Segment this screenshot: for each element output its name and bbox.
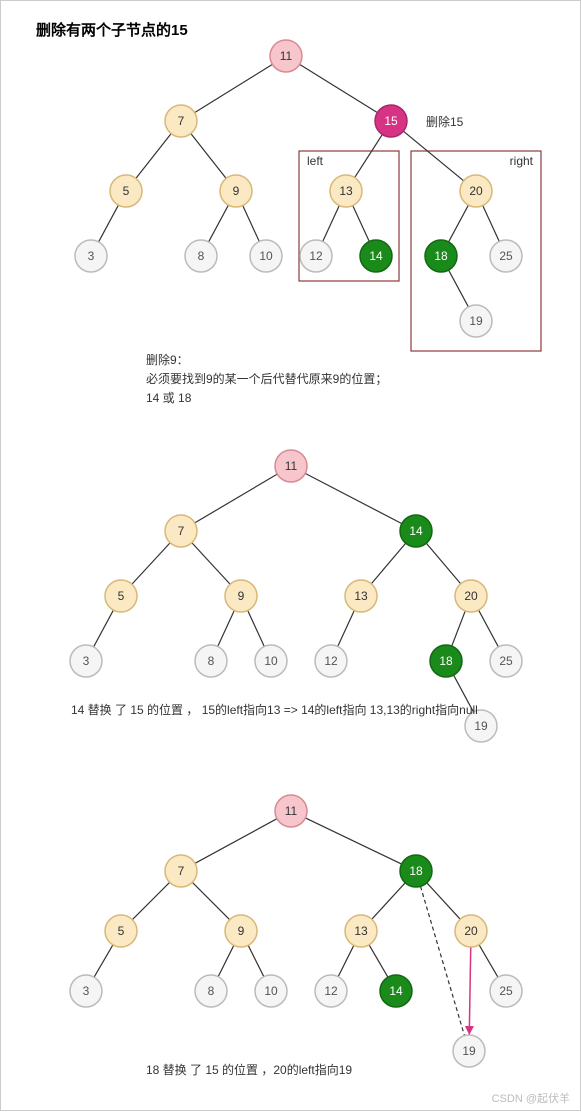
right-box-label: right: [510, 154, 534, 168]
tree-edge: [449, 205, 469, 242]
tree-edge: [99, 205, 119, 242]
tree-edge: [218, 611, 235, 647]
tree-node-label: 9: [233, 184, 240, 198]
tree-edge: [338, 945, 354, 976]
tree-node-label: 5: [118, 924, 125, 938]
tree-node-label: 12: [324, 654, 338, 668]
tree-node-label: 9: [238, 589, 245, 603]
tree-node-label: 19: [462, 1044, 476, 1058]
tree-edge: [305, 818, 401, 864]
tree-node-label: 13: [339, 184, 353, 198]
caption-3: 18 替换 了 15 的位置 ，20的left指向19: [146, 1061, 352, 1080]
tree-node-label: 19: [469, 314, 483, 328]
tree-node-label: 25: [499, 249, 513, 263]
tree-node-label: 20: [464, 589, 478, 603]
tree-node-label: 18: [439, 654, 453, 668]
tree-edge: [372, 883, 405, 919]
tree-node-label: 14: [409, 524, 423, 538]
explain1-line1: 删除9：: [146, 351, 387, 370]
explain1-line2: 必须要找到9的某一个后代替代原来9的位置；: [146, 370, 387, 389]
tree-edge: [300, 64, 378, 112]
tree-edge: [195, 819, 277, 864]
tree-node-label: 3: [83, 654, 90, 668]
tree-node-label: 5: [123, 184, 130, 198]
tree-edge: [371, 543, 405, 584]
tree-edge: [94, 945, 113, 977]
tree-node-label: 13: [354, 589, 368, 603]
tree-node-label: 19: [474, 719, 488, 733]
tree-edge: [132, 882, 169, 919]
tree-edge: [191, 134, 226, 179]
tree-edge: [323, 206, 340, 242]
tree-node-label: 9: [238, 924, 245, 938]
explain1-line3: 14 或 18: [146, 389, 387, 408]
delete-label: 删除15: [426, 113, 463, 132]
tree-node-label: 10: [259, 249, 273, 263]
tree-node-label: 25: [499, 654, 513, 668]
tree-edge: [338, 611, 355, 647]
tree-edge: [136, 134, 171, 179]
tree-edge: [248, 945, 264, 976]
tree-edge: [427, 883, 460, 919]
tree-node-label: 10: [264, 984, 278, 998]
tree-edge: [209, 205, 229, 242]
tree-edge: [449, 270, 469, 307]
tree-node-label: 20: [464, 924, 478, 938]
tree-node-label: 7: [178, 114, 185, 128]
tree-edge: [426, 543, 460, 584]
tree-node-label: 10: [264, 654, 278, 668]
watermark: CSDN @起伏羊: [492, 1090, 570, 1106]
tree-edge: [483, 206, 500, 242]
tree-edge: [479, 610, 499, 647]
tree-node-label: 8: [198, 249, 205, 263]
tree-node-label: 11: [280, 49, 293, 63]
dashed-edge: [421, 886, 465, 1035]
tree-node-label: 13: [354, 924, 368, 938]
tree-node-label: 7: [178, 524, 185, 538]
tree-edge: [243, 206, 260, 242]
tree-node-label: 15: [384, 114, 398, 128]
tree-edge: [248, 611, 265, 647]
tree-node-label: 12: [309, 249, 323, 263]
tree-node-label: 11: [285, 459, 298, 473]
tree-edge: [192, 882, 229, 919]
tree-node-label: 7: [178, 864, 185, 878]
tree-edge: [192, 543, 230, 584]
tree-edge: [353, 206, 370, 242]
tree-node-label: 18: [434, 249, 448, 263]
tree-node-label: 3: [88, 249, 95, 263]
tree-edge: [403, 131, 463, 181]
left-box-label: left: [307, 154, 324, 168]
tree-node-label: 8: [208, 984, 215, 998]
tree-edge: [195, 64, 273, 112]
arrow-edge: [469, 947, 470, 1035]
tree-node-label: 8: [208, 654, 215, 668]
page-title: 删除有两个子节点的15: [36, 19, 188, 40]
tree-edge: [195, 474, 277, 523]
tree-node-label: 18: [409, 864, 423, 878]
tree-svg: left right 3 5 7 8 9 10 11 12 13 14 15 18 19 20 25 3 5 7 8 9 1…: [1, 1, 581, 1112]
tree-edge: [305, 473, 402, 523]
tree-node-label: 5: [118, 589, 125, 603]
tree-node-label: 3: [83, 984, 90, 998]
caption-2: 14 替换 了 15 的位置 ， 15的left指向13 => 14的left指…: [71, 701, 478, 720]
tree-edge: [479, 945, 498, 977]
tree-edge: [132, 543, 170, 584]
tree-node-label: 25: [499, 984, 513, 998]
tree-node-label: 14: [369, 249, 383, 263]
tree-edge: [452, 611, 466, 646]
tree-edge: [369, 945, 388, 977]
tree-node-label: 14: [389, 984, 403, 998]
tree-node-label: 20: [469, 184, 483, 198]
tree-edge: [218, 945, 234, 976]
tree-edge: [94, 610, 114, 647]
diagram-page: 删除有两个子节点的15 left right 3 5 7 8 9 10 11 12 13 14 15 18…: [0, 0, 581, 1111]
tree-edge: [355, 134, 383, 177]
explain-block-1: 删除9： 必须要找到9的某一个后代替代原来9的位置； 14 或 18: [146, 351, 387, 409]
tree-node-label: 11: [285, 804, 298, 818]
tree-node-label: 12: [324, 984, 338, 998]
